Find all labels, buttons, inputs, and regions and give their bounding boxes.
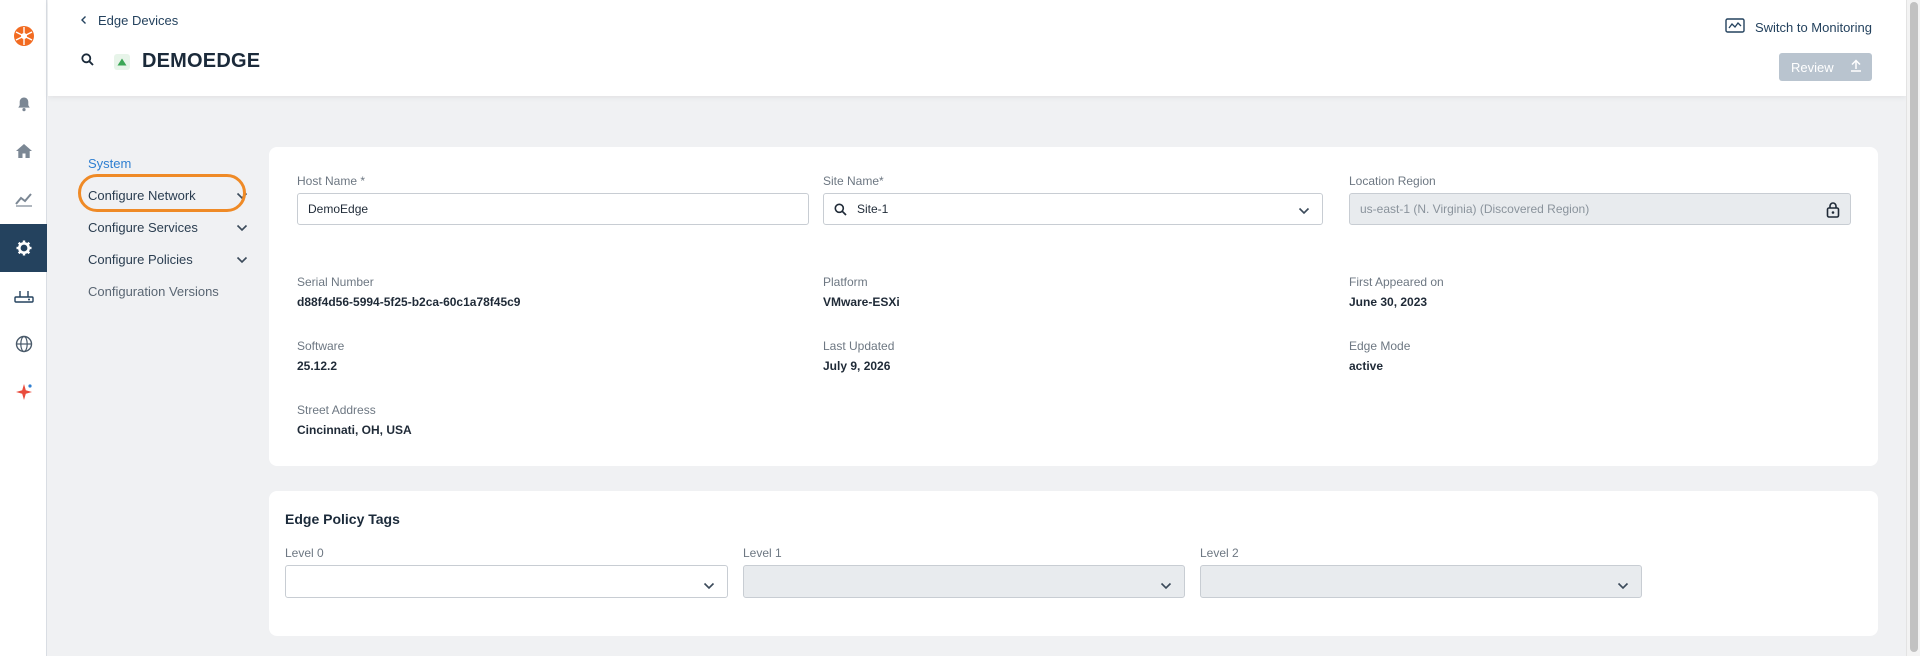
location-region-value: us-east-1 (N. Virginia) (Discovered Regi… <box>1360 202 1590 216</box>
platform-value: VMware-ESXi <box>823 295 900 309</box>
bell-icon[interactable] <box>0 80 47 128</box>
host-name-input[interactable]: DemoEdge <box>297 193 809 225</box>
left-rail <box>0 0 47 656</box>
search-icon[interactable] <box>81 52 94 71</box>
sidenav-label: System <box>88 155 132 171</box>
level-0-select[interactable] <box>285 565 728 598</box>
status-up-icon <box>114 53 130 70</box>
sidenav-item-configure-policies[interactable]: Configure Policies <box>88 248 248 270</box>
globe-icon[interactable] <box>0 320 47 368</box>
chart-icon[interactable] <box>0 175 47 223</box>
edge-mode-value: active <box>1349 359 1384 373</box>
sidenav-label: Configure Network <box>88 187 196 203</box>
edge-policy-tags-card: Edge Policy Tags Level 0 Level 1 Level 2 <box>269 491 1878 636</box>
chevron-left-icon <box>80 13 88 28</box>
chevron-down-icon <box>236 188 248 203</box>
level-0-label: Level 0 <box>285 546 324 560</box>
gear-icon[interactable] <box>0 224 47 272</box>
host-name-value: DemoEdge <box>308 202 369 216</box>
search-icon <box>834 203 847 216</box>
host-name-label: Host Name * <box>297 174 366 188</box>
level-2-select <box>1200 565 1642 598</box>
page-header: Edge Devices DEMOEDGE Switch to Monitori… <box>48 0 1906 96</box>
section-title: Edge Policy Tags <box>285 511 400 527</box>
sidenav-item-configuration-versions[interactable]: Configuration Versions <box>88 280 248 302</box>
street-address-label: Street Address <box>297 403 376 417</box>
sidenav-item-configure-services[interactable]: Configure Services <box>88 216 248 238</box>
location-region-input: us-east-1 (N. Virginia) (Discovered Regi… <box>1349 193 1851 225</box>
sidenav-label: Configure Policies <box>88 251 193 267</box>
monitoring-label: Switch to Monitoring <box>1754 20 1872 35</box>
chevron-down-icon <box>236 252 248 267</box>
level-1-label: Level 1 <box>743 546 782 560</box>
first-appeared-value: June 30, 2023 <box>1349 295 1428 309</box>
street-address-value: Cincinnati, OH, USA <box>297 423 412 437</box>
last-updated-value: July 9, 2026 <box>823 359 891 373</box>
chevron-down-icon <box>703 577 715 595</box>
software-value: 25.12.2 <box>297 359 338 373</box>
serial-number-value: d88f4d56-5994-5f25-b2ca-60c1a78f45c9 <box>297 295 521 309</box>
breadcrumb[interactable]: Edge Devices <box>80 13 178 28</box>
sidenav-label: Configuration Versions <box>88 283 219 299</box>
chevron-down-icon <box>236 220 248 235</box>
upload-icon <box>1850 59 1862 75</box>
monitor-icon <box>1725 18 1745 37</box>
sidenav-label: Configure Services <box>88 219 198 235</box>
level-2-label: Level 2 <box>1200 546 1239 560</box>
switch-to-monitoring-link[interactable]: Switch to Monitoring <box>1725 18 1872 37</box>
level-1-select <box>743 565 1185 598</box>
last-updated-label: Last Updated <box>823 339 895 353</box>
chevron-down-icon <box>1298 204 1310 218</box>
scrollbar-thumb[interactable] <box>1910 2 1918 652</box>
sidenav-item-configure-network[interactable]: Configure Network <box>78 174 248 212</box>
chevron-down-icon <box>1617 577 1629 595</box>
software-label: Software <box>297 339 345 353</box>
serial-number-label: Serial Number <box>297 275 374 289</box>
edge-mode-label: Edge Mode <box>1349 339 1411 353</box>
first-appeared-label: First Appeared on <box>1349 275 1444 289</box>
breadcrumb-link[interactable]: Edge Devices <box>98 13 178 28</box>
lock-icon <box>1826 201 1840 221</box>
review-button[interactable]: Review <box>1779 53 1872 81</box>
sidenav-item-system[interactable]: System <box>88 152 248 174</box>
review-label: Review <box>1791 59 1834 75</box>
chevron-down-icon <box>1160 577 1172 595</box>
site-name-label: Site Name* <box>823 174 884 188</box>
title-row: DEMOEDGE <box>81 50 260 73</box>
page-title: DEMOEDGE <box>142 50 261 72</box>
location-region-label: Location Region <box>1349 174 1436 188</box>
site-name-select[interactable]: Site-1 <box>823 193 1323 225</box>
platform-label: Platform <box>823 275 868 289</box>
site-name-value: Site-1 <box>857 202 889 216</box>
home-icon[interactable] <box>0 127 47 175</box>
router-icon[interactable] <box>0 272 47 320</box>
page-scrollbar[interactable] <box>1906 0 1920 656</box>
system-card: Host Name * DemoEdge Site Name* Site-1 L… <box>269 147 1878 466</box>
logo-icon[interactable] <box>0 12 47 60</box>
sparkle-icon[interactable] <box>0 368 47 416</box>
